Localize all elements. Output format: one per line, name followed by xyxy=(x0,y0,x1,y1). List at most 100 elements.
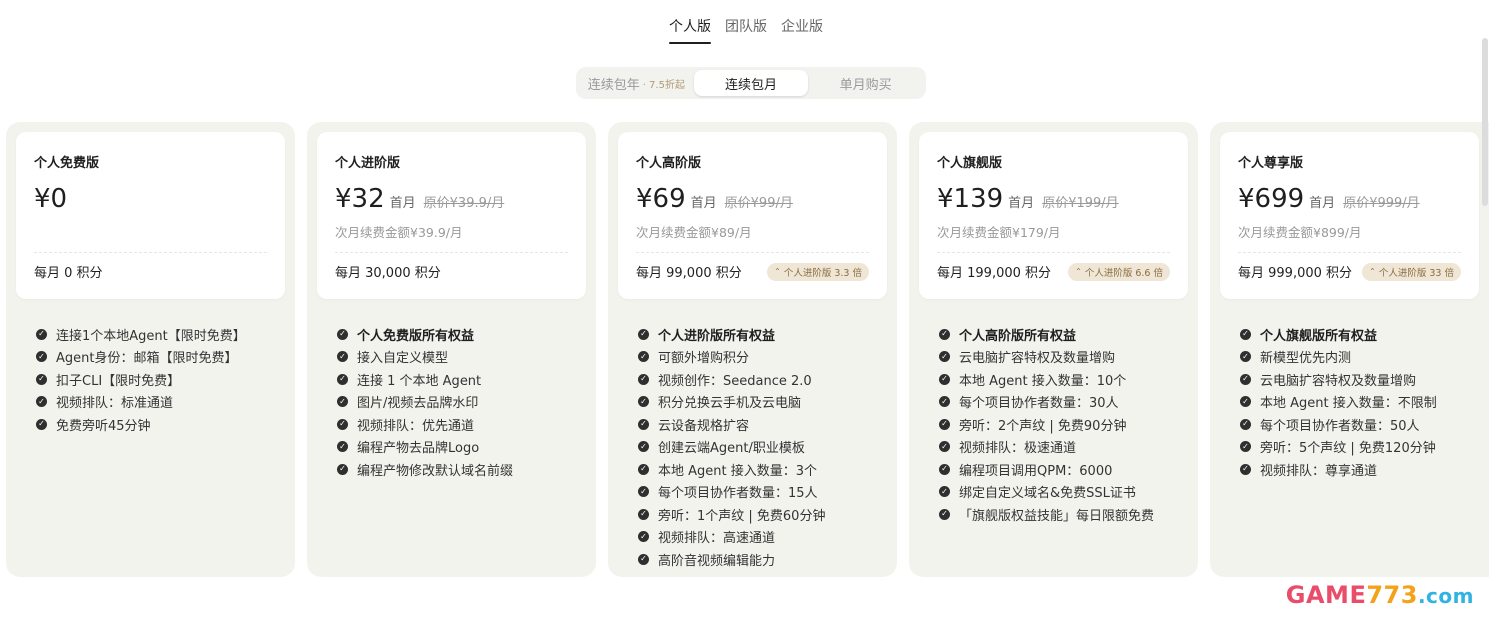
feature-item: ✓ 云设备规格扩容 xyxy=(638,413,887,436)
price-row: ¥69 首月 原价¥99/月 xyxy=(636,184,869,218)
check-circle-icon: ✓ xyxy=(1240,396,1251,408)
feature-text: 视频排队：高速通道 xyxy=(658,531,776,547)
card-divider xyxy=(1238,252,1461,253)
feature-text: 高阶音视频编辑能力 xyxy=(658,553,776,569)
vertical-scrollbar[interactable] xyxy=(1482,38,1488,206)
feature-text: 云设备规格扩容 xyxy=(658,418,750,434)
plan-card: 个人旗舰版 ¥139 首月 原价¥199/月 次月续费金额¥179/月 每月 1… xyxy=(919,132,1188,299)
monthly-credits: 每月 199,000 积分 xyxy=(937,266,1052,281)
tab-enterprise[interactable]: 企业版 xyxy=(781,16,823,44)
feature-text: 创建云端Agent/职业模板 xyxy=(658,441,805,457)
check-circle-icon: ✓ xyxy=(638,441,649,453)
feature-item: ✓ 云电脑扩容特权及数量增购 xyxy=(939,346,1188,369)
first-month-label: 首月 xyxy=(1008,196,1035,211)
monthly-credits: 每月 99,000 积分 xyxy=(636,266,742,281)
feature-text: 新模型优先内测 xyxy=(1260,351,1352,367)
feature-text: 扣子CLI【限时免费】 xyxy=(56,373,181,389)
check-circle-icon: ✓ xyxy=(638,553,649,565)
plan-advanced[interactable]: 个人进阶版 ¥32 首月 原价¥39.9/月 次月续费金额¥39.9/月 每月 … xyxy=(307,122,596,577)
credits-row: 每月 0 积分 xyxy=(34,262,267,281)
first-month-label: 首月 xyxy=(389,196,416,211)
plan-card: 个人高阶版 ¥69 首月 原价¥99/月 次月续费金额¥89/月 每月 99,0… xyxy=(618,132,887,299)
feature-text: 视频排队：优先通道 xyxy=(357,418,475,434)
check-circle-icon: ✓ xyxy=(1240,351,1251,363)
feature-item: ✓ 图片/视频去品牌水印 xyxy=(337,391,586,414)
check-circle-icon: ✓ xyxy=(939,351,950,363)
plan-price: ¥32 xyxy=(335,184,385,214)
badge-text: 个人进阶版 6.6 倍 xyxy=(1084,267,1163,279)
feature-item: ✓ 「旗舰版权益技能」每日限额免费 xyxy=(939,503,1188,526)
feature-text: 连接1个本地Agent【限时免费】 xyxy=(56,328,246,344)
feature-text: 视频排队：标准通道 xyxy=(56,396,174,412)
feature-item: ✓ 连接 1 个本地 Agent xyxy=(337,368,586,391)
check-circle-icon: ✓ xyxy=(638,373,649,385)
feature-item: ✓ 个人免费版所有权益 xyxy=(337,323,586,346)
feature-item: ✓ 新模型优先内测 xyxy=(1240,346,1479,369)
feature-text: 云电脑扩容特权及数量增购 xyxy=(959,351,1116,367)
plan-name: 个人尊享版 xyxy=(1238,156,1304,171)
feature-list: ✓ 连接1个本地Agent【限时免费】 ✓ Agent身份：邮箱【限时免费】 ✓ 扣子… xyxy=(16,323,285,436)
check-circle-icon: ✓ xyxy=(638,396,649,408)
plan-card: 个人免费版 ¥0 每月 0 积分 xyxy=(16,132,285,299)
feature-item: ✓ 旁听：5个声纹 | 免费120分钟 xyxy=(1240,436,1479,459)
feature-text: Agent身份：邮箱【限时免费】 xyxy=(56,351,238,367)
feature-text: 每个项目协作者数量：30人 xyxy=(959,396,1119,412)
monthly-credits: 每月 30,000 积分 xyxy=(335,266,441,281)
feature-item: ✓ 每个项目协作者数量：50人 xyxy=(1240,413,1479,436)
feature-item: ✓ 个人旗舰版所有权益 xyxy=(1240,323,1479,346)
feature-text: 视频排队：极速通道 xyxy=(959,441,1077,457)
price-row: ¥0 xyxy=(34,184,267,218)
feature-item: ✓ 高阶音视频编辑能力 xyxy=(638,548,887,571)
plan-name: 个人旗舰版 xyxy=(937,156,1003,171)
check-circle-icon: ✓ xyxy=(638,328,649,340)
check-circle-icon: ✓ xyxy=(939,441,950,453)
feature-text: 旁听：5个声纹 | 免费120分钟 xyxy=(1260,441,1436,457)
credits-row: 每月 999,000 积分 ⌃ 个人进阶版 33 倍 xyxy=(1238,262,1461,281)
plan-name: 个人进阶版 xyxy=(335,156,401,171)
feature-item: ✓ 免费旁听45分钟 xyxy=(36,413,285,436)
check-circle-icon: ✓ xyxy=(939,508,950,520)
plan-price: ¥0 xyxy=(34,184,68,214)
plans-row: 个人免费版 ¥0 每月 0 积分 ✓ 连接1个本地Agent【限时免费】 ✓ Age… xyxy=(6,122,1489,577)
feature-text: 可额外增购积分 xyxy=(658,351,750,367)
tab-team[interactable]: 团队版 xyxy=(725,16,767,44)
plan-premium[interactable]: 个人尊享版 ¥699 首月 原价¥999/月 次月续费金额¥899/月 每月 9… xyxy=(1210,122,1489,577)
feature-text: 「旗舰版权益技能」每日限额免费 xyxy=(959,508,1155,524)
feature-text: 本地 Agent 接入数量：3个 xyxy=(658,463,818,479)
credits-row: 每月 199,000 积分 ⌃ 个人进阶版 6.6 倍 xyxy=(937,262,1170,281)
check-circle-icon: ✓ xyxy=(337,441,348,453)
card-divider xyxy=(636,252,869,253)
plan-flagship[interactable]: 个人旗舰版 ¥139 首月 原价¥199/月 次月续费金额¥179/月 每月 1… xyxy=(909,122,1198,577)
feature-text: 个人旗舰版所有权益 xyxy=(1260,328,1378,344)
plan-card: 个人尊享版 ¥699 首月 原价¥999/月 次月续费金额¥899/月 每月 9… xyxy=(1220,132,1479,299)
tab-personal[interactable]: 个人版 xyxy=(669,16,711,44)
check-circle-icon: ✓ xyxy=(1240,328,1251,340)
check-circle-icon: ✓ xyxy=(939,486,950,498)
double-chevron-up-icon: ⌃ xyxy=(774,267,781,276)
first-month-label: 首月 xyxy=(690,196,717,211)
check-circle-icon: ✓ xyxy=(1240,463,1251,475)
billing-annual-option[interactable]: 连续包年 · 7.5折起 xyxy=(579,70,694,96)
plan-name: 个人免费版 xyxy=(34,156,100,171)
check-circle-icon: ✓ xyxy=(36,328,47,340)
feature-text: 绑定自定义域名&免费SSL证书 xyxy=(959,486,1136,502)
billing-single-month-option[interactable]: 单月购买 xyxy=(808,70,923,96)
feature-text: 编程产物修改默认域名前缀 xyxy=(357,463,514,479)
original-price: 原价¥999/月 xyxy=(1343,196,1420,211)
watermark-part-3: .com xyxy=(1417,584,1474,608)
plan-price: ¥699 xyxy=(1238,184,1305,214)
feature-text: 编程项目调用QPM：6000 xyxy=(959,463,1113,479)
plan-pro[interactable]: 个人高阶版 ¥69 首月 原价¥99/月 次月续费金额¥89/月 每月 99,0… xyxy=(608,122,897,577)
plan-free[interactable]: 个人免费版 ¥0 每月 0 积分 ✓ 连接1个本地Agent【限时免费】 ✓ Age… xyxy=(6,122,295,577)
feature-list: ✓ 个人旗舰版所有权益 ✓ 新模型优先内测 ✓ 云电脑扩容特权及数量增购 ✓ 本地 Ag… xyxy=(1220,323,1479,481)
feature-item: ✓ 可额外增购积分 xyxy=(638,346,887,369)
feature-item: ✓ 本地 Agent 接入数量：不限制 xyxy=(1240,391,1479,414)
feature-item: ✓ 编程项目调用QPM：6000 xyxy=(939,458,1188,481)
billing-monthly-option[interactable]: 连续包月 xyxy=(693,70,809,96)
renewal-price: 次月续费金额¥179/月 xyxy=(937,225,1061,240)
card-divider xyxy=(34,252,267,253)
feature-text: 每个项目协作者数量：50人 xyxy=(1260,418,1420,434)
original-price: 原价¥39.9/月 xyxy=(423,196,505,211)
check-circle-icon: ✓ xyxy=(337,351,348,363)
feature-item: ✓ 扣子CLI【限时免费】 xyxy=(36,368,285,391)
